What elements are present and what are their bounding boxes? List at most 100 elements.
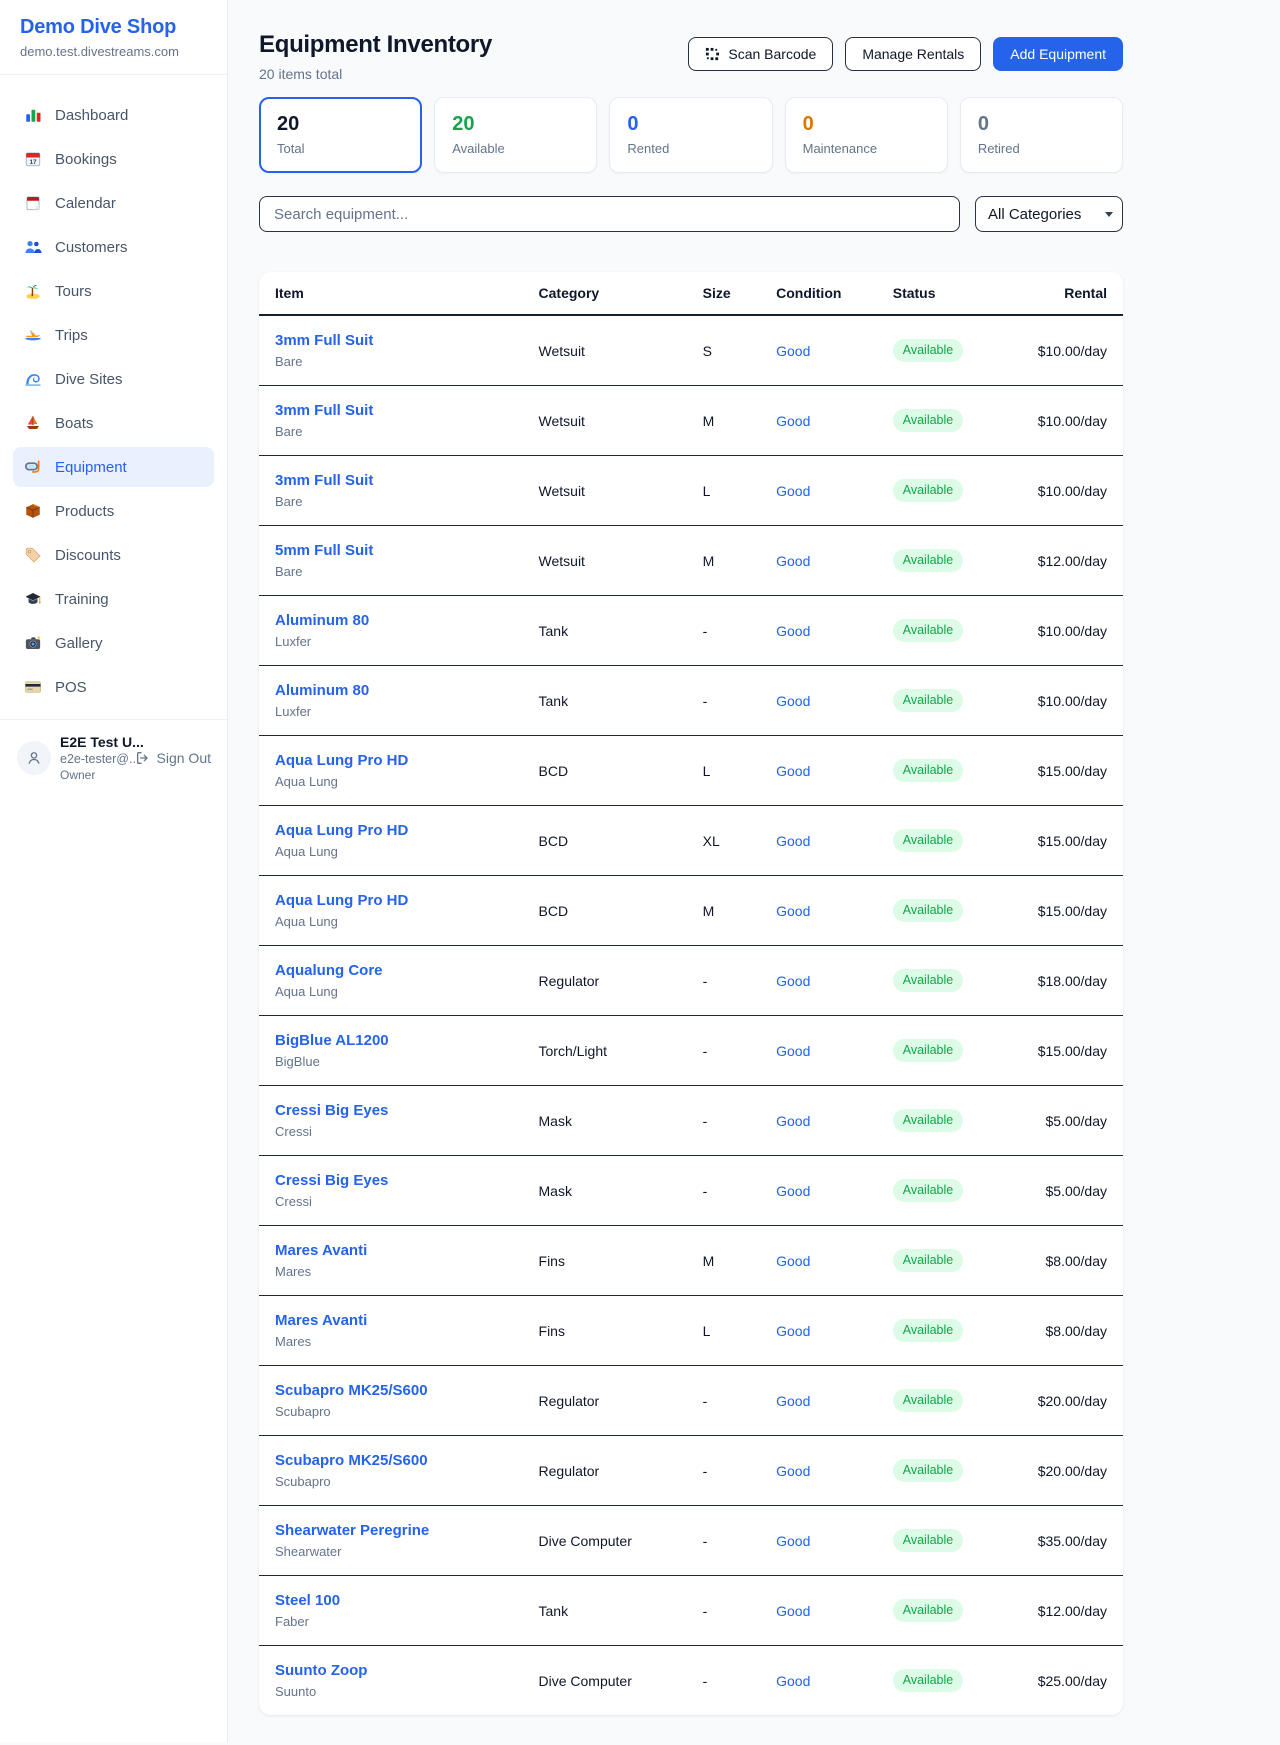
item-link[interactable]: Steel 100	[275, 1591, 507, 1610]
sidebar-item-boats[interactable]: Boats	[13, 403, 214, 443]
sidebar-item-bookings[interactable]: 17 Bookings	[13, 139, 214, 179]
item-category: Tank	[523, 666, 687, 736]
item-size: -	[687, 1436, 760, 1506]
sidebar-item-label: Calendar	[55, 195, 116, 212]
sidebar-item-trips[interactable]: Trips	[13, 315, 214, 355]
sidebar-item-tours[interactable]: Tours	[13, 271, 214, 311]
status-badge: Available	[893, 409, 964, 432]
stat-card-available[interactable]: 20 Available	[434, 97, 597, 173]
condition-link[interactable]: Good	[776, 1393, 810, 1409]
item-size: M	[687, 876, 760, 946]
condition-link[interactable]: Good	[776, 1533, 810, 1549]
sidebar: Demo Dive Shop demo.test.divestreams.com…	[0, 0, 228, 1742]
condition-link[interactable]: Good	[776, 413, 810, 429]
category-select[interactable]: All Categories	[975, 196, 1123, 232]
stat-card-maintenance[interactable]: 0 Maintenance	[785, 97, 948, 173]
scan-barcode-button[interactable]: Scan Barcode	[688, 37, 833, 71]
sidebar-item-products[interactable]: Products	[13, 491, 214, 531]
rental-rate: $35.00/day	[1011, 1506, 1123, 1576]
condition-link[interactable]: Good	[776, 1253, 810, 1269]
rental-rate: $15.00/day	[1011, 876, 1123, 946]
item-category: BCD	[523, 736, 687, 806]
item-link[interactable]: Shearwater Peregrine	[275, 1521, 507, 1540]
sidebar-item-equipment[interactable]: Equipment	[13, 447, 214, 487]
table-row: Cressi Big Eyes Cressi Mask - Good Avail…	[259, 1156, 1123, 1226]
item-size: M	[687, 386, 760, 456]
condition-link[interactable]: Good	[776, 1323, 810, 1339]
user-section: E2E Test U... e2e-tester@... Owner Sign …	[0, 719, 227, 796]
stat-card-total[interactable]: 20 Total	[259, 97, 422, 173]
search-input[interactable]	[259, 196, 960, 232]
table-row: Mares Avanti Mares Fins M Good Available…	[259, 1226, 1123, 1296]
condition-link[interactable]: Good	[776, 1603, 810, 1619]
sidebar-item-calendar[interactable]: Calendar	[13, 183, 214, 223]
condition-link[interactable]: Good	[776, 1183, 810, 1199]
sidebar-item-customers[interactable]: Customers	[13, 227, 214, 267]
item-link[interactable]: Cressi Big Eyes	[275, 1101, 507, 1120]
rental-rate: $15.00/day	[1011, 1016, 1123, 1086]
condition-link[interactable]: Good	[776, 1113, 810, 1129]
item-link[interactable]: 3mm Full Suit	[275, 401, 507, 420]
equipment-table: Item Category Size Condition Status Rent…	[259, 272, 1123, 1715]
sidebar-item-dive-sites[interactable]: Dive Sites	[13, 359, 214, 399]
item-link[interactable]: Aqua Lung Pro HD	[275, 821, 507, 840]
item-link[interactable]: Aluminum 80	[275, 681, 507, 700]
page-title: Equipment Inventory	[259, 30, 492, 60]
header-actions: Scan Barcode Manage Rentals Add Equipmen…	[688, 37, 1123, 71]
sidebar-item-discounts[interactable]: Discounts	[13, 535, 214, 575]
condition-link[interactable]: Good	[776, 553, 810, 569]
stat-label-rented: Rented	[627, 141, 754, 156]
item-link[interactable]: 3mm Full Suit	[275, 471, 507, 490]
stat-card-retired[interactable]: 0 Retired	[960, 97, 1123, 173]
sidebar-item-gallery[interactable]: Gallery	[13, 623, 214, 663]
condition-link[interactable]: Good	[776, 903, 810, 919]
item-brand: Bare	[275, 354, 507, 370]
condition-link[interactable]: Good	[776, 1673, 810, 1689]
item-link[interactable]: Cressi Big Eyes	[275, 1171, 507, 1190]
condition-link[interactable]: Good	[776, 1463, 810, 1479]
item-link[interactable]: BigBlue AL1200	[275, 1031, 507, 1050]
item-link[interactable]: Aqua Lung Pro HD	[275, 751, 507, 770]
condition-link[interactable]: Good	[776, 623, 810, 639]
bar-chart-icon	[23, 106, 42, 125]
item-link[interactable]: Mares Avanti	[275, 1311, 507, 1330]
sidebar-item-pos[interactable]: POS	[13, 667, 214, 707]
item-link[interactable]: 3mm Full Suit	[275, 331, 507, 350]
condition-link[interactable]: Good	[776, 763, 810, 779]
item-link[interactable]: Scubapro MK25/S600	[275, 1381, 507, 1400]
sidebar-item-training[interactable]: Training	[13, 579, 214, 619]
table-row: 3mm Full Suit Bare Wetsuit M Good Availa…	[259, 386, 1123, 456]
item-link[interactable]: Scubapro MK25/S600	[275, 1451, 507, 1470]
condition-link[interactable]: Good	[776, 973, 810, 989]
rental-rate: $12.00/day	[1011, 526, 1123, 596]
stat-label-available: Available	[452, 141, 579, 156]
item-link[interactable]: 5mm Full Suit	[275, 541, 507, 560]
item-size: L	[687, 456, 760, 526]
calendar-date-icon: 17	[23, 150, 42, 169]
table-row: Aqualung Core Aqua Lung Regulator - Good…	[259, 946, 1123, 1016]
item-link[interactable]: Suunto Zoop	[275, 1661, 507, 1680]
item-link[interactable]: Aqualung Core	[275, 961, 507, 980]
stat-value-retired: 0	[978, 112, 1105, 136]
item-link[interactable]: Aluminum 80	[275, 611, 507, 630]
table-row: Shearwater Peregrine Shearwater Dive Com…	[259, 1506, 1123, 1576]
rental-rate: $10.00/day	[1011, 596, 1123, 666]
condition-link[interactable]: Good	[776, 693, 810, 709]
scan-barcode-label: Scan Barcode	[728, 46, 816, 62]
add-equipment-button[interactable]: Add Equipment	[993, 37, 1123, 71]
sign-out-button[interactable]: Sign Out	[135, 750, 211, 766]
condition-link[interactable]: Good	[776, 343, 810, 359]
item-link[interactable]: Mares Avanti	[275, 1241, 507, 1260]
stat-card-rented[interactable]: 0 Rented	[609, 97, 772, 173]
add-equipment-label: Add Equipment	[1010, 46, 1106, 62]
item-brand: Shearwater	[275, 1544, 507, 1560]
wave-icon	[23, 370, 42, 389]
status-badge: Available	[893, 339, 964, 362]
condition-link[interactable]: Good	[776, 833, 810, 849]
sidebar-item-dashboard[interactable]: Dashboard	[13, 95, 214, 135]
manage-rentals-button[interactable]: Manage Rentals	[845, 37, 981, 71]
item-link[interactable]: Aqua Lung Pro HD	[275, 891, 507, 910]
item-brand: Luxfer	[275, 634, 507, 650]
condition-link[interactable]: Good	[776, 1043, 810, 1059]
condition-link[interactable]: Good	[776, 483, 810, 499]
